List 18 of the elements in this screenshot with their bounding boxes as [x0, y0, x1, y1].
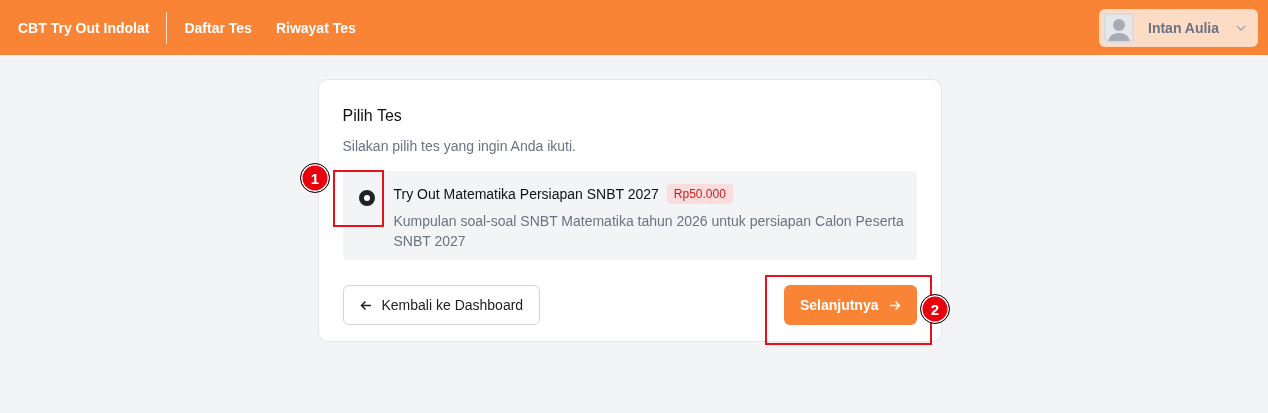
test-description: Kumpulan soal-soal SNBT Matematika tahun 2026 untuk persiapan Calon Peserta SNBT 2027 — [393, 212, 905, 251]
radio-button[interactable] — [358, 190, 375, 206]
nav-link[interactable]: Daftar Tes — [184, 19, 252, 36]
price-badge: Rp50.000 — [666, 183, 733, 204]
card-subtitle: Silakan pilih tes yang ingin Anda ikuti. — [342, 138, 577, 154]
highlight-frame — [333, 170, 384, 227]
step-marker: 1 — [300, 163, 330, 193]
test-title: Try Out Matematika Persiapan SNBT 2027 — [393, 185, 659, 202]
arrow-right-icon — [888, 299, 901, 311]
user-menu[interactable]: Intan Aulia — [1099, 8, 1258, 47]
back-button[interactable]: Kembali ke Dashboard — [342, 285, 541, 325]
card-title: Pilih Tes — [342, 106, 403, 126]
arrow-left-icon — [359, 299, 372, 311]
chevron-down-icon — [1236, 24, 1246, 31]
avatar-icon — [1104, 12, 1134, 43]
nav-link[interactable]: Riwayat Tes — [275, 19, 356, 36]
brand-name[interactable]: CBT Try Out Indolat — [18, 11, 168, 44]
next-button[interactable]: Selanjutnya — [783, 285, 917, 325]
